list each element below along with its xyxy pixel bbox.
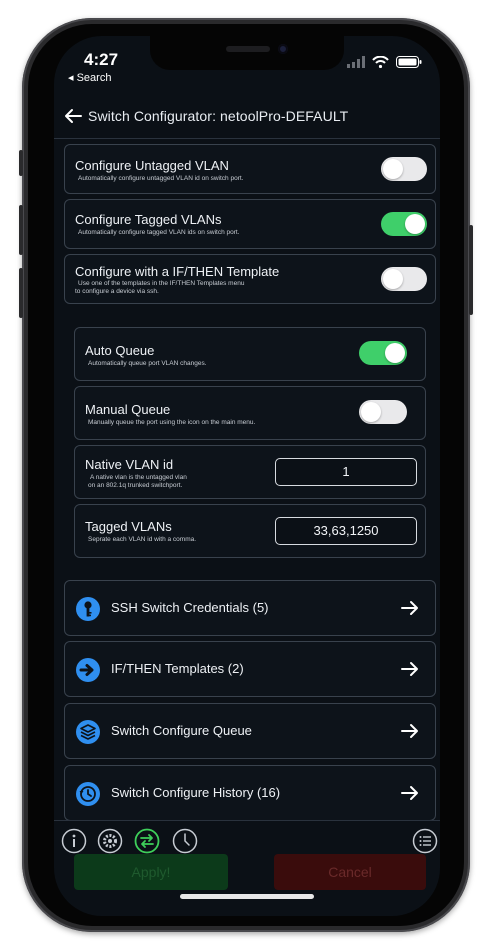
setting-title: Auto Queue	[85, 343, 155, 358]
home-indicator[interactable]	[180, 894, 314, 899]
menu-label: Switch Configure History (16)	[111, 785, 281, 800]
ifthen-template-toggle[interactable]	[381, 267, 427, 291]
status-icons	[347, 56, 422, 68]
setting-subtitle: Automatically queue port VLAN changes.	[88, 360, 207, 367]
tagged-vlans-toggle[interactable]	[381, 212, 427, 236]
auto-queue-toggle[interactable]	[359, 341, 407, 365]
tagged-vlans-input[interactable]: 33,63,1250	[275, 517, 417, 545]
battery-icon	[396, 56, 422, 68]
arrow-right-icon	[401, 662, 418, 676]
setting-ifthen-template: Configure with a IF/THEN Template Use on…	[64, 254, 436, 304]
menu-configure-queue[interactable]: Switch Configure Queue	[64, 703, 436, 759]
menu-ifthen-templates[interactable]: IF/THEN Templates (2)	[64, 641, 436, 697]
manual-queue-toggle[interactable]	[359, 400, 407, 424]
page-title: Switch Configurator: netoolPro-DEFAULT	[88, 108, 349, 124]
back-to-search-link[interactable]: ◂ Search	[68, 71, 111, 84]
power-button	[469, 225, 473, 315]
volume-up-button	[19, 205, 23, 255]
setting-title: Configure with a IF/THEN Template	[75, 264, 280, 279]
setting-untagged-vlan: Configure Untagged VLAN Automatically co…	[64, 144, 436, 194]
apply-button[interactable]: Apply!	[74, 854, 228, 890]
arrow-right-icon	[401, 786, 418, 800]
menu-label: SSH Switch Credentials (5)	[111, 600, 269, 615]
setting-native-vlan: Native VLAN id A native vlan is the unta…	[74, 445, 426, 499]
key-icon	[76, 597, 100, 621]
setting-subtitle: Use one of the templates in the IF/THEN …	[78, 280, 245, 287]
status-time: 4:27	[84, 50, 119, 69]
swap-arrows-icon[interactable]	[134, 828, 160, 854]
setting-subtitle: Automatically configure tagged VLAN ids …	[78, 229, 240, 236]
arrow-right-icon	[401, 601, 418, 615]
setting-auto-queue: Auto Queue Automatically queue port VLAN…	[74, 327, 426, 381]
setting-subtitle-line2: to configure a device via ssh.	[75, 288, 159, 295]
setting-title: Native VLAN id	[85, 457, 174, 472]
setting-manual-queue: Manual Queue Manually queue the port usi…	[74, 386, 426, 440]
setting-title: Tagged VLANs	[85, 519, 172, 534]
gear-icon[interactable]	[97, 828, 123, 854]
menu-configure-history[interactable]: Switch Configure History (16)	[64, 765, 436, 821]
setting-subtitle: Manually queue the port using the icon o…	[88, 419, 256, 426]
setting-tagged-vlans-list: Tagged VLANs Seprate each VLAN id with a…	[74, 504, 426, 558]
navigation-bar: Switch Configurator: netoolPro-DEFAULT	[54, 94, 440, 139]
list-icon[interactable]	[412, 828, 438, 854]
native-vlan-input[interactable]: 1	[275, 458, 417, 486]
menu-label: Switch Configure Queue	[111, 723, 252, 738]
setting-subtitle: Automatically configure untagged VLAN id…	[78, 175, 244, 182]
untagged-vlan-toggle[interactable]	[381, 157, 427, 181]
speaker-grille	[226, 46, 270, 52]
arrow-right-icon	[401, 724, 418, 738]
clock-icon[interactable]	[172, 828, 198, 854]
setting-subtitle-line2: on an 802.1q trunked switchport.	[88, 482, 183, 489]
setting-tagged-vlans: Configure Tagged VLANs Automatically con…	[64, 199, 436, 249]
layers-icon	[76, 720, 100, 744]
volume-down-button	[19, 268, 23, 318]
notch	[150, 36, 344, 70]
app-screen: 4:27 ◂ Search Switch Configurator: netoo…	[54, 36, 440, 916]
setting-title: Configure Tagged VLANs	[75, 212, 222, 227]
cancel-button[interactable]: Cancel	[274, 854, 426, 890]
silent-switch	[19, 150, 23, 176]
front-camera	[278, 44, 288, 54]
menu-label: IF/THEN Templates (2)	[111, 661, 244, 676]
menu-ssh-credentials[interactable]: SSH Switch Credentials (5)	[64, 580, 436, 636]
setting-subtitle: Seprate each VLAN id with a comma.	[88, 536, 197, 543]
history-icon	[76, 782, 100, 806]
setting-title: Configure Untagged VLAN	[75, 158, 229, 173]
setting-title: Manual Queue	[85, 402, 171, 417]
back-arrow-icon[interactable]	[64, 108, 82, 124]
info-icon[interactable]	[61, 828, 87, 854]
signal-icon	[347, 56, 365, 68]
arrow-right-circle-icon	[76, 658, 100, 682]
wifi-icon	[372, 56, 389, 68]
setting-subtitle: A native vlan is the untagged vlan	[90, 474, 187, 481]
